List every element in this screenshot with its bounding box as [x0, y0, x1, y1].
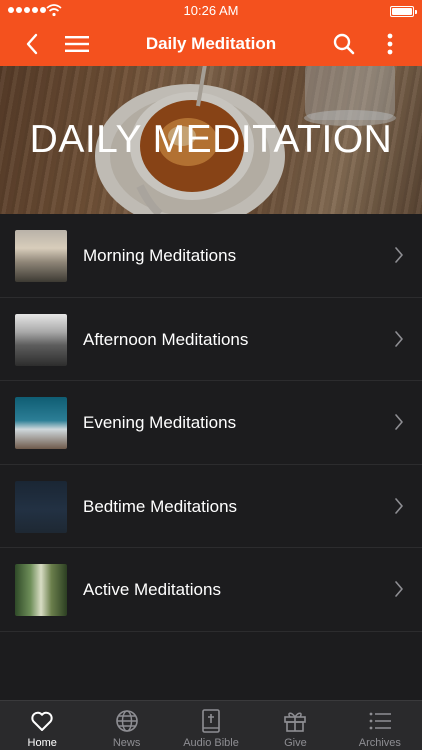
- list-item-label: Afternoon Meditations: [83, 329, 249, 349]
- list-item-label: Bedtime Meditations: [83, 496, 238, 516]
- tab-label: Give: [284, 737, 307, 749]
- heart-icon: [31, 711, 53, 731]
- search-icon: [333, 33, 355, 55]
- hamburger-icon: [65, 36, 89, 52]
- menu-button[interactable]: [62, 22, 92, 66]
- bible-icon: [202, 709, 220, 733]
- gift-icon: [284, 712, 307, 732]
- more-vertical-icon: [387, 33, 393, 55]
- chevron-right-icon: [395, 414, 403, 430]
- more-options-button[interactable]: [378, 22, 402, 66]
- tab-give[interactable]: Give: [253, 701, 337, 750]
- morning-thumbnail: [15, 230, 67, 282]
- globe-icon: [115, 710, 138, 732]
- hero-title: DAILY MEDITATION: [29, 118, 393, 161]
- list-item-evening[interactable]: Evening Meditations: [0, 381, 422, 465]
- battery-icon: [390, 6, 417, 17]
- tab-news[interactable]: News: [84, 701, 168, 750]
- list-item-label: Active Meditations: [83, 580, 221, 600]
- navigation-bar: Daily Meditation: [0, 22, 422, 66]
- list-item-afternoon[interactable]: Afternoon Meditations: [0, 297, 422, 382]
- tab-label: Home: [27, 737, 57, 749]
- back-button[interactable]: [18, 22, 46, 66]
- tab-label: Audio Bible: [183, 737, 239, 749]
- tab-label: Archives: [358, 737, 401, 749]
- top-bar: 10:26 AM Daily Meditation: [0, 0, 422, 66]
- tab-archives[interactable]: Archives: [338, 701, 422, 750]
- status-bar: 10:26 AM: [0, 0, 422, 22]
- list-item-morning[interactable]: Morning Meditations: [0, 214, 422, 298]
- list-item-label: Morning Meditations: [83, 246, 237, 265]
- active-thumbnail: [15, 564, 67, 617]
- tab-audio-bible[interactable]: Audio Bible: [169, 701, 253, 750]
- status-time: 10:26 AM: [183, 3, 239, 18]
- afternoon-thumbnail: [15, 313, 67, 366]
- tab-home[interactable]: Home: [0, 701, 84, 750]
- list-icon: [369, 712, 391, 730]
- evening-thumbnail: [15, 397, 67, 450]
- search-button[interactable]: [330, 22, 358, 66]
- chevron-right-icon: [395, 247, 403, 263]
- tab-bar: Home News Audio Bible Give Archives: [0, 700, 422, 750]
- chevron-right-icon: [395, 497, 403, 514]
- hero-banner: DAILY MEDITATION: [0, 66, 422, 214]
- chevron-right-icon: [395, 330, 403, 347]
- list-item-label: Evening Meditations: [83, 413, 237, 433]
- tab-label: News: [112, 737, 141, 749]
- meditation-list: Morning Meditations Afternoon Meditation…: [0, 214, 422, 632]
- bedtime-thumbnail: [15, 480, 67, 533]
- list-item-bedtime[interactable]: Bedtime Meditations: [0, 464, 422, 549]
- chevron-right-icon: [395, 581, 403, 598]
- list-item-active[interactable]: Active Meditations: [0, 548, 422, 632]
- chevron-left-icon: [26, 33, 38, 55]
